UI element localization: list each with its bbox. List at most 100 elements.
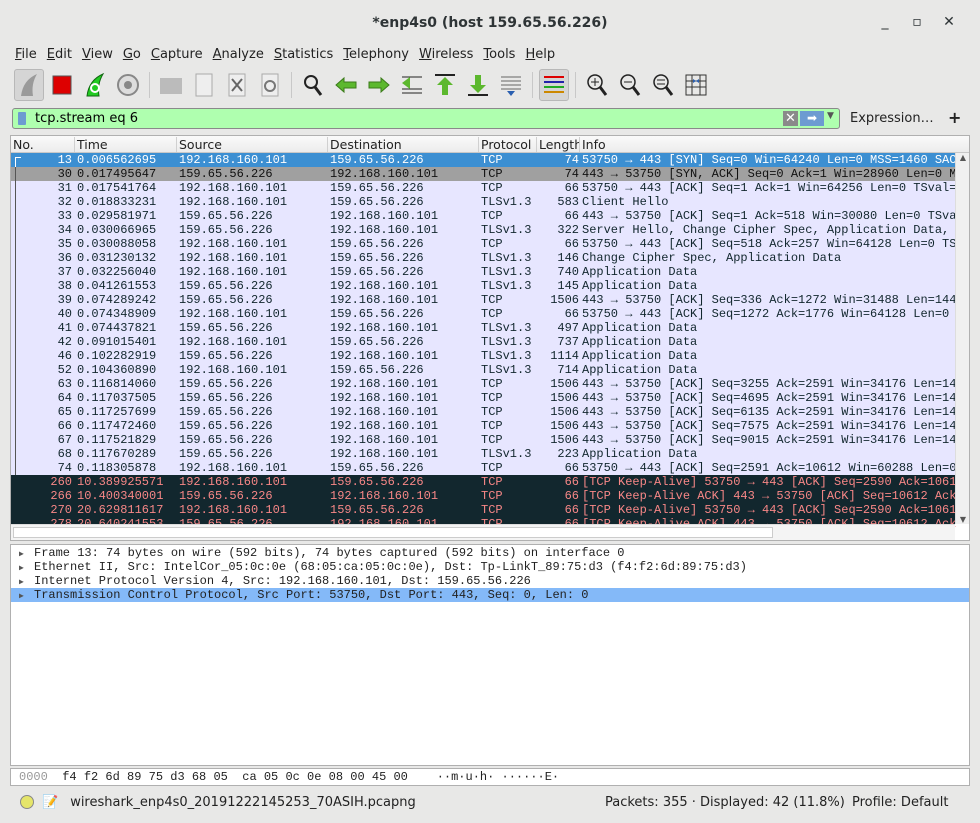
packet-row[interactable]: 260 10.389925571 192.168.160.101 159.65.56.… bbox=[11, 475, 957, 489]
profile-indicator[interactable]: Profile: Default bbox=[852, 795, 948, 810]
packet-row[interactable]: 46 0.102282919 159.65.56.226 192.168.160.10… bbox=[11, 349, 955, 363]
zoom-normal-button[interactable] bbox=[648, 69, 678, 101]
packet-time: 0.117472460 bbox=[77, 419, 157, 433]
bookmark-icon[interactable] bbox=[18, 112, 26, 125]
zoom-out-button[interactable] bbox=[615, 69, 645, 101]
packet-row[interactable]: 52 0.104360890 192.168.160.101 159.65.56.22… bbox=[11, 363, 955, 377]
column-header-no[interactable]: No. bbox=[11, 137, 75, 152]
packet-info: Application Data bbox=[582, 265, 698, 279]
packet-row[interactable]: 34 0.030066965 159.65.56.226 192.168.160.10… bbox=[11, 223, 955, 237]
packet-row[interactable]: 65 0.117257699 159.65.56.226 192.168.160.10… bbox=[11, 405, 956, 419]
packet-info: [TCP Keep-Alive] 53750 → 443 [ACK] Seq=2… bbox=[582, 475, 957, 489]
packet-time: 0.031230132 bbox=[77, 251, 157, 265]
apply-filter-icon[interactable]: ➡ bbox=[800, 111, 824, 126]
add-filter-button[interactable]: + bbox=[948, 108, 961, 127]
column-header-length[interactable]: Length bbox=[537, 137, 580, 152]
packet-row[interactable]: 67 0.117521829 159.65.56.226 192.168.160.10… bbox=[11, 433, 956, 447]
colorize-button[interactable] bbox=[539, 69, 569, 101]
column-header-destination[interactable]: Destination bbox=[328, 137, 479, 152]
packet-proto: TCP bbox=[481, 461, 503, 475]
packet-row[interactable]: 39 0.074289242 159.65.56.226 192.168.160.10… bbox=[11, 293, 956, 307]
packet-src: 159.65.56.226 bbox=[179, 433, 273, 447]
packet-row[interactable]: 37 0.032256040 192.168.160.101 159.65.56.22… bbox=[11, 265, 955, 279]
conversation-line-icon bbox=[15, 391, 16, 405]
menu-view[interactable]: View bbox=[77, 45, 118, 65]
start-capture-button[interactable] bbox=[14, 69, 44, 101]
packet-info: 53750 → 443 [ACK] Seq=518 Ack=257 Win=64… bbox=[582, 237, 957, 251]
expert-info-icon[interactable] bbox=[20, 795, 34, 809]
find-packet-button[interactable] bbox=[298, 69, 328, 101]
menu-wireless[interactable]: Wireless bbox=[414, 45, 478, 65]
save-file-button[interactable] bbox=[189, 69, 219, 101]
packet-row[interactable]: 270 20.629811617 192.168.160.101 159.65.56.… bbox=[11, 503, 957, 517]
packet-row[interactable]: 66 0.117472460 159.65.56.226 192.168.160.10… bbox=[11, 419, 956, 433]
auto-scroll-button[interactable] bbox=[496, 69, 526, 101]
go-forward-button[interactable] bbox=[364, 69, 394, 101]
menu-edit[interactable]: Edit bbox=[42, 45, 77, 65]
packet-len: 74 bbox=[564, 167, 579, 181]
go-to-packet-button[interactable] bbox=[397, 69, 427, 101]
packet-row[interactable]: 31 0.017541764 192.168.160.101 159.65.56.22… bbox=[11, 181, 956, 195]
packet-no: 40 bbox=[57, 307, 72, 321]
menu-tools[interactable]: Tools bbox=[478, 45, 520, 65]
expression-button[interactable]: Expression… bbox=[850, 111, 934, 126]
reload-file-button[interactable] bbox=[255, 69, 285, 101]
packet-row[interactable]: 13 0.006562695 192.168.160.101 159.65.56.22… bbox=[11, 153, 956, 167]
packet-row[interactable]: 30 0.017495647 159.65.56.226 192.168.160.10… bbox=[11, 167, 956, 181]
packet-row[interactable]: 40 0.074348909 192.168.160.101 159.65.56.22… bbox=[11, 307, 955, 321]
close-icon[interactable]: ✕ bbox=[939, 14, 959, 30]
column-header-time[interactable]: Time bbox=[75, 137, 177, 152]
menu-telephony[interactable]: Telephony bbox=[338, 45, 414, 65]
packet-src: 159.65.56.226 bbox=[179, 223, 273, 237]
packet-row[interactable]: 32 0.018833231 192.168.160.101 159.65.56.22… bbox=[11, 195, 955, 209]
menu-help[interactable]: Help bbox=[520, 45, 560, 65]
close-file-button[interactable] bbox=[222, 69, 252, 101]
detail-tree-item[interactable]: ▶ Transmission Control Protocol, Src Port… bbox=[11, 588, 969, 602]
packet-row[interactable]: 36 0.031230132 192.168.160.101 159.65.56.22… bbox=[11, 251, 955, 265]
display-filter-input[interactable] bbox=[35, 109, 775, 128]
menu-analyze[interactable]: Analyze bbox=[208, 45, 269, 65]
toolbar-separator bbox=[291, 72, 292, 98]
column-header-source[interactable]: Source bbox=[177, 137, 328, 152]
menu-capture[interactable]: Capture bbox=[146, 45, 208, 65]
packet-proto: TLSv1.3 bbox=[481, 447, 532, 461]
detail-tree-item[interactable]: ▶ Frame 13: 74 bytes on wire (592 bits), … bbox=[11, 546, 969, 560]
expand-arrow-icon[interactable]: ▶ bbox=[19, 590, 34, 604]
packet-row[interactable]: 266 10.400340001 159.65.56.226 192.168.160.… bbox=[11, 489, 956, 503]
packet-list-vertical-scrollbar[interactable]: ▲ ▼ bbox=[955, 153, 969, 524]
open-file-button[interactable] bbox=[156, 69, 186, 101]
go-first-button[interactable] bbox=[430, 69, 460, 101]
go-back-button[interactable] bbox=[331, 69, 361, 101]
conversation-line-icon bbox=[15, 363, 16, 377]
maximize-icon[interactable]: ▫ bbox=[907, 14, 927, 30]
packet-row[interactable]: 38 0.041261553 159.65.56.226 192.168.160.10… bbox=[11, 279, 955, 293]
zoom-in-button[interactable] bbox=[582, 69, 612, 101]
packet-row[interactable]: 42 0.091015401 192.168.160.101 159.65.56.22… bbox=[11, 335, 955, 349]
filter-history-dropdown-icon[interactable]: ▼ bbox=[827, 111, 834, 121]
go-last-button[interactable] bbox=[463, 69, 493, 101]
column-header-info[interactable]: Info bbox=[580, 137, 969, 152]
column-header-protocol[interactable]: Protocol bbox=[479, 137, 537, 152]
restart-capture-button[interactable] bbox=[80, 69, 110, 101]
clear-filter-icon[interactable]: ✕ bbox=[783, 111, 798, 126]
packet-row[interactable]: 41 0.074437821 159.65.56.226 192.168.160.10… bbox=[11, 321, 955, 335]
packet-row[interactable]: 68 0.117670289 159.65.56.226 192.168.160.10… bbox=[11, 447, 955, 461]
detail-tree-item[interactable]: ▶ Ethernet II, Src: IntelCor_05:0c:0e (68… bbox=[11, 560, 969, 574]
packet-row[interactable]: 64 0.117037505 159.65.56.226 192.168.160.10… bbox=[11, 391, 956, 405]
packet-row[interactable]: 74 0.118305878 192.168.160.101 159.65.56.22… bbox=[11, 461, 956, 475]
menu-file[interactable]: File bbox=[10, 45, 42, 65]
packet-info: [TCP Keep-Alive] 53750 → 443 [ACK] Seq=2… bbox=[582, 503, 957, 517]
capture-options-button[interactable] bbox=[113, 69, 143, 101]
packet-proto: TCP bbox=[481, 377, 503, 391]
menu-statistics[interactable]: Statistics bbox=[269, 45, 338, 65]
packet-row[interactable]: 33 0.029581971 159.65.56.226 192.168.160.10… bbox=[11, 209, 956, 223]
packet-list-horizontal-scrollbar[interactable] bbox=[11, 524, 955, 540]
menu-go[interactable]: Go bbox=[118, 45, 146, 65]
packet-row[interactable]: 35 0.030088058 192.168.160.101 159.65.56.22… bbox=[11, 237, 957, 251]
minimize-icon[interactable]: _ bbox=[875, 14, 895, 30]
detail-tree-item[interactable]: ▶ Internet Protocol Version 4, Src: 192.1… bbox=[11, 574, 969, 588]
stop-capture-button[interactable] bbox=[47, 69, 77, 101]
capture-comment-icon[interactable]: 📝 bbox=[42, 795, 58, 810]
packet-row[interactable]: 63 0.116814060 159.65.56.226 192.168.160.10… bbox=[11, 377, 956, 391]
resize-columns-button[interactable] bbox=[681, 69, 711, 101]
